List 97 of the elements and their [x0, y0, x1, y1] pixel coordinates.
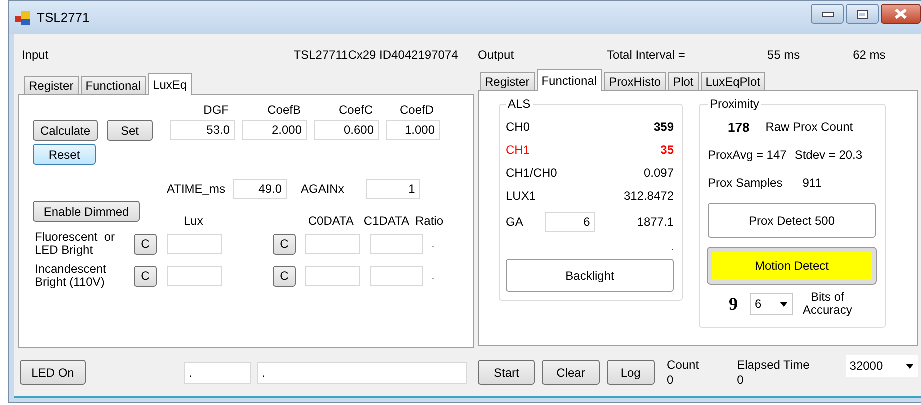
dropdown-value: 6	[755, 297, 762, 311]
input-field[interactable]	[305, 266, 360, 286]
column-header: C0DATA	[308, 214, 354, 228]
minimize-button[interactable]	[811, 4, 844, 24]
channel-label: LUX1	[506, 188, 536, 202]
dropdown-value: 32000	[850, 359, 884, 373]
maximize-button[interactable]	[846, 4, 879, 24]
column-header: Lux	[184, 214, 204, 228]
channel-value: 35	[660, 142, 674, 156]
action-button[interactable]: Log	[606, 360, 656, 385]
input-field[interactable]: 2.000	[242, 120, 307, 140]
input-field[interactable]	[370, 266, 423, 286]
prox-stdev: Stdev = 20.3	[794, 148, 863, 162]
bits-value: 9	[729, 294, 738, 314]
channel-value: 359	[654, 120, 674, 134]
channel-label: CH0	[506, 120, 530, 134]
reset-button[interactable]: Reset	[33, 144, 96, 165]
channel-value: 0.097	[644, 166, 674, 180]
column-header: CoefB	[266, 103, 302, 117]
window-title: TSL2771	[37, 10, 91, 25]
channel-label: CH1/CH0	[506, 166, 558, 180]
count-label: Count	[667, 358, 700, 372]
interval-label: Total Interval =	[607, 48, 686, 62]
column-header: DGF	[202, 103, 230, 117]
maximize-icon	[857, 10, 868, 18]
row-label: Incandescent Bright (110V)	[35, 263, 108, 289]
rate-dropdown[interactable]: 32000	[846, 355, 918, 377]
detect-button[interactable]: Motion Detect	[708, 248, 876, 284]
elapsed-value: 0	[737, 372, 745, 388]
enable-dimmed-button[interactable]: Enable Dimmed	[33, 201, 140, 222]
action-button[interactable]: Calculate	[33, 120, 98, 141]
field-label: ATIME_ms	[167, 182, 226, 196]
caret-icon	[780, 302, 788, 306]
field-label: GA	[506, 215, 524, 229]
field-label: AGAINx	[301, 182, 344, 196]
section-label: Output	[478, 48, 514, 62]
tab[interactable]: Functional	[80, 76, 146, 94]
tab[interactable]: Functional	[536, 69, 602, 91]
raw-count-value: 178	[728, 120, 750, 134]
caret-icon	[906, 364, 914, 368]
input-field[interactable]: 1	[366, 179, 420, 199]
row-label: Fluorescent or LED Bright	[35, 231, 116, 257]
action-button[interactable]: Start	[478, 360, 536, 385]
app-icon	[15, 10, 31, 24]
c-button[interactable]: C	[273, 234, 296, 254]
tab[interactable]: Register	[480, 72, 535, 90]
section-label: Input	[22, 48, 49, 62]
c-button[interactable]: C	[273, 266, 296, 286]
input-field[interactable]	[167, 266, 222, 286]
minimize-icon	[822, 12, 834, 16]
group-title: ALS	[507, 97, 532, 111]
close-button[interactable]	[881, 4, 921, 24]
input-field[interactable]: 53.0	[170, 120, 235, 140]
prox-average: ProxAvg = 147	[708, 148, 787, 162]
tab[interactable]: Plot	[668, 72, 699, 90]
field-label: Prox Samples	[708, 176, 783, 190]
count-value: 0	[667, 372, 675, 388]
tab[interactable]: LuxEqPlot	[700, 72, 766, 90]
raw-count-label: Raw Prox Count	[766, 120, 854, 134]
input-field[interactable]: 1.000	[386, 120, 440, 140]
channel-value: 312.8472	[624, 188, 674, 202]
interval-value: 55 ms	[767, 48, 800, 62]
input-field[interactable]	[305, 234, 360, 254]
action-button[interactable]: Set	[107, 120, 153, 141]
channel-label: CH1	[506, 142, 530, 156]
tab[interactable]: Register	[24, 76, 79, 94]
input-field[interactable]: 6	[545, 212, 596, 232]
column-header: C1DATA	[364, 214, 410, 228]
device-id: TSL27711Cx29 ID4042197074	[294, 48, 458, 62]
input-field[interactable]	[370, 234, 423, 254]
input-field[interactable]: 0.600	[314, 120, 379, 140]
bits-label: Bits of Accuracy	[803, 291, 852, 317]
status-field: .	[184, 362, 251, 384]
tab[interactable]: LuxEq	[148, 73, 192, 95]
sample-count: 911	[802, 176, 822, 190]
bits-dropdown[interactable]: 6	[750, 293, 793, 315]
ratio-value: .	[432, 239, 435, 249]
c-button[interactable]: C	[134, 234, 157, 254]
lux-value: 1877.1	[637, 215, 674, 229]
input-field[interactable]: 49.0	[233, 179, 287, 199]
marker-dot: .	[671, 242, 674, 252]
detect-button[interactable]: Prox Detect 500	[708, 203, 876, 238]
close-icon	[895, 9, 907, 19]
c-button[interactable]: C	[134, 266, 157, 286]
column-header: Ratio	[415, 214, 444, 228]
status-field: .	[257, 362, 467, 384]
column-header: CoefD	[398, 103, 435, 117]
column-header: CoefC	[338, 103, 374, 117]
input-field[interactable]	[167, 234, 222, 254]
ratio-value: .	[432, 271, 435, 281]
group-title: Proximity	[709, 97, 760, 111]
tab[interactable]: ProxHisto	[604, 72, 666, 90]
interval-value: 62 ms	[853, 48, 886, 62]
led-on-button[interactable]: LED On	[20, 360, 86, 385]
elapsed-label: Elapsed Time	[737, 358, 810, 372]
backlight-button[interactable]: Backlight	[506, 259, 674, 292]
action-button[interactable]: Clear	[542, 360, 600, 385]
